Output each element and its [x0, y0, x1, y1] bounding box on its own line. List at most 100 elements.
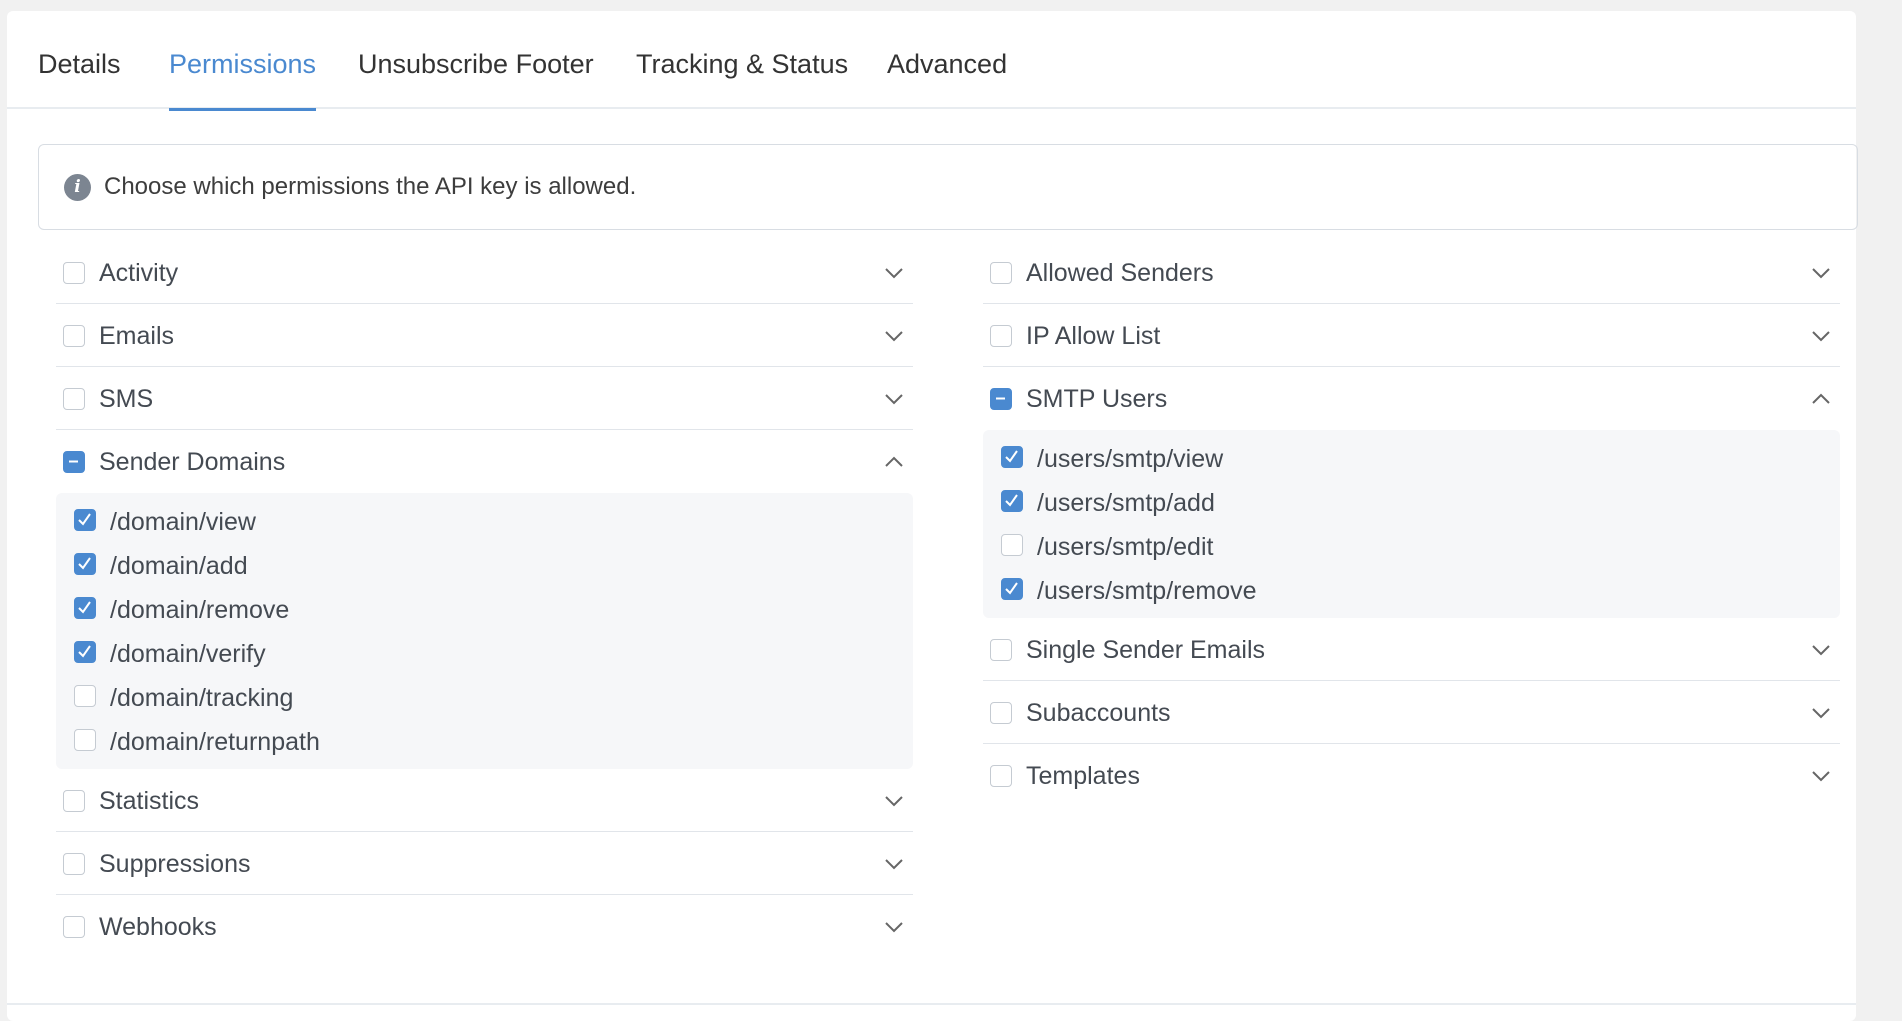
permission-group-ip-allow-list[interactable]: IP Allow List: [983, 304, 1840, 367]
permission-item-domain-add[interactable]: /domain/add: [56, 543, 913, 587]
permission-group-webhooks[interactable]: Webhooks: [56, 895, 913, 958]
permission-group-sender-domains[interactable]: Sender Domains: [56, 430, 913, 493]
permission-item-label: /domain/view: [110, 508, 256, 536]
footer-divider: [7, 1003, 1856, 1005]
tab-unsubscribe-footer[interactable]: Unsubscribe Footer: [358, 11, 594, 109]
activity-checkbox[interactable]: [63, 262, 85, 284]
permission-group-emails[interactable]: Emails: [56, 304, 913, 367]
permission-item-users-smtp-view[interactable]: /users/smtp/view: [983, 436, 1840, 480]
permission-group-label: SMTP Users: [1026, 385, 1168, 413]
permission-item-label: /users/smtp/edit: [1037, 533, 1214, 561]
permission-item-users-smtp-add[interactable]: /users/smtp/add: [983, 480, 1840, 524]
permission-group-label: Emails: [99, 322, 175, 350]
statistics-checkbox[interactable]: [63, 790, 85, 812]
chevron-down-icon[interactable]: [883, 388, 905, 410]
check-icon: [78, 601, 91, 614]
permission-item-domain-tracking[interactable]: /domain/tracking: [56, 675, 913, 719]
permission-item-users-smtp-remove[interactable]: /users/smtp/remove: [983, 568, 1840, 612]
permission-group-statistics[interactable]: Statistics: [56, 769, 913, 832]
permission-item-domain-returnpath[interactable]: /domain/returnpath: [56, 719, 913, 763]
permission-group-label: IP Allow List: [1026, 322, 1161, 350]
permission-item-domain-verify[interactable]: /domain/verify: [56, 631, 913, 675]
permission-group-single-sender-emails[interactable]: Single Sender Emails: [983, 618, 1840, 681]
domain-add-checkbox[interactable]: [74, 553, 96, 575]
ip-allow-list-checkbox[interactable]: [990, 325, 1012, 347]
suppressions-checkbox[interactable]: [63, 853, 85, 875]
permission-item-users-smtp-edit[interactable]: /users/smtp/edit: [983, 524, 1840, 568]
permission-group-label: Single Sender Emails: [1026, 636, 1266, 664]
chevron-up-icon[interactable]: [883, 451, 905, 473]
sender-domains-checkbox[interactable]: [63, 451, 85, 473]
allowed-senders-checkbox[interactable]: [990, 262, 1012, 284]
permission-item-label: /domain/tracking: [110, 684, 294, 712]
chevron-down-icon[interactable]: [1810, 639, 1832, 661]
chevron-up-icon[interactable]: [1810, 388, 1832, 410]
tab-permissions[interactable]: Permissions: [169, 11, 317, 111]
chevron-down-icon[interactable]: [883, 916, 905, 938]
smtp-users-subpanel: /users/smtp/view /users/smtp/add /users/…: [983, 430, 1840, 618]
minus-icon: [69, 460, 78, 463]
check-icon: [78, 645, 91, 658]
users-smtp-view-checkbox[interactable]: [1001, 446, 1023, 468]
domain-tracking-checkbox[interactable]: [74, 685, 96, 707]
chevron-down-icon[interactable]: [1810, 262, 1832, 284]
chevron-down-icon[interactable]: [883, 790, 905, 812]
permission-item-label: /users/smtp/view: [1037, 445, 1224, 473]
permissions-left-column: Activity Emails SMS Sender Domains /doma…: [56, 241, 913, 958]
users-smtp-remove-checkbox[interactable]: [1001, 578, 1023, 600]
permission-item-domain-view[interactable]: /domain/view: [56, 499, 913, 543]
tab-bar: Details Permissions Unsubscribe Footer T…: [7, 11, 1856, 111]
permission-group-subaccounts[interactable]: Subaccounts: [983, 681, 1840, 744]
chevron-down-icon[interactable]: [883, 325, 905, 347]
permission-item-label: /domain/remove: [110, 596, 290, 624]
domain-returnpath-checkbox[interactable]: [74, 729, 96, 751]
tab-tracking-status[interactable]: Tracking & Status: [636, 11, 848, 109]
info-message: i Choose which permissions the API key i…: [38, 144, 1858, 230]
users-smtp-edit-checkbox[interactable]: [1001, 534, 1023, 556]
permission-group-suppressions[interactable]: Suppressions: [56, 832, 913, 895]
permission-group-allowed-senders[interactable]: Allowed Senders: [983, 241, 1840, 304]
chevron-down-icon[interactable]: [1810, 765, 1832, 787]
permission-item-label: /domain/verify: [110, 640, 266, 668]
permission-group-label: Templates: [1026, 762, 1140, 790]
single-sender-emails-checkbox[interactable]: [990, 639, 1012, 661]
webhooks-checkbox[interactable]: [63, 916, 85, 938]
permission-item-label: /domain/returnpath: [110, 728, 320, 756]
permission-item-label: /users/smtp/remove: [1037, 577, 1257, 605]
permission-group-activity[interactable]: Activity: [56, 241, 913, 304]
check-icon: [78, 557, 91, 570]
api-key-settings-card: Details Permissions Unsubscribe Footer T…: [7, 11, 1858, 1021]
domain-view-checkbox[interactable]: [74, 509, 96, 531]
permission-group-label: Statistics: [99, 787, 200, 815]
check-icon: [1005, 450, 1018, 463]
smtp-users-checkbox[interactable]: [990, 388, 1012, 410]
permission-group-templates[interactable]: Templates: [983, 744, 1840, 807]
subaccounts-checkbox[interactable]: [990, 702, 1012, 724]
users-smtp-add-checkbox[interactable]: [1001, 490, 1023, 512]
permission-item-domain-remove[interactable]: /domain/remove: [56, 587, 913, 631]
tab-details[interactable]: Details: [38, 11, 121, 109]
permission-group-label: Subaccounts: [1026, 699, 1171, 727]
emails-checkbox[interactable]: [63, 325, 85, 347]
templates-checkbox[interactable]: [990, 765, 1012, 787]
permission-group-label: Suppressions: [99, 850, 251, 878]
chevron-down-icon[interactable]: [883, 262, 905, 284]
domain-remove-checkbox[interactable]: [74, 597, 96, 619]
chevron-down-icon[interactable]: [1810, 325, 1832, 347]
permission-group-label: Webhooks: [99, 913, 217, 941]
permission-group-label: Allowed Senders: [1026, 259, 1214, 287]
check-icon: [78, 513, 91, 526]
info-text: Choose which permissions the API key is …: [104, 173, 637, 200]
permission-group-sms[interactable]: SMS: [56, 367, 913, 430]
domain-verify-checkbox[interactable]: [74, 641, 96, 663]
sms-checkbox[interactable]: [63, 388, 85, 410]
chevron-down-icon[interactable]: [1810, 702, 1832, 724]
minus-icon: [996, 397, 1005, 400]
permission-item-label: /users/smtp/add: [1037, 489, 1215, 517]
chevron-down-icon[interactable]: [883, 853, 905, 875]
permission-group-label: Activity: [99, 259, 179, 287]
permission-item-label: /domain/add: [110, 552, 248, 580]
tab-advanced[interactable]: Advanced: [887, 11, 1007, 109]
permissions-right-column: Allowed Senders IP Allow List SMTP Users…: [983, 241, 1840, 807]
permission-group-smtp-users[interactable]: SMTP Users: [983, 367, 1840, 430]
